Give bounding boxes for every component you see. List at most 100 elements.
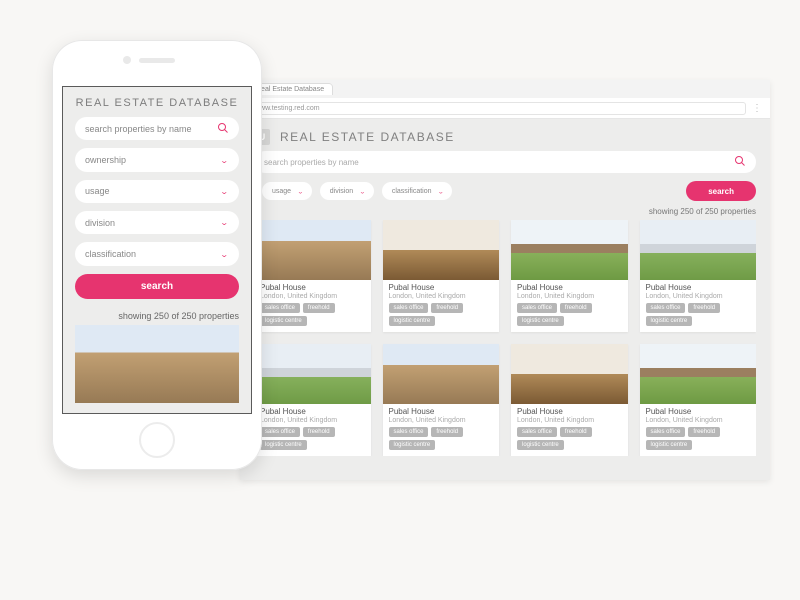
filter-division[interactable]: division ⌄ [320, 182, 374, 200]
property-image [254, 344, 371, 404]
search-input[interactable]: search properties by name [75, 117, 239, 140]
property-tags: sales office freehold logistic centre [389, 427, 494, 450]
property-tag: logistic centre [646, 440, 693, 450]
filter-ownership[interactable]: ownership ⌄ [75, 148, 239, 171]
filter-classification[interactable]: classification ⌄ [75, 242, 239, 265]
property-tags: sales office freehold logistic centre [389, 303, 494, 326]
filter-division[interactable]: division ⌄ [75, 211, 239, 234]
browser-menu-icon[interactable]: ⋮ [752, 103, 762, 114]
property-tag: sales office [517, 303, 557, 313]
property-title: Pubal House [260, 408, 365, 417]
property-title: Pubal House [389, 284, 494, 293]
property-title: Pubal House [389, 408, 494, 417]
property-card[interactable]: Pubal House London, United Kingdom sales… [640, 344, 757, 456]
property-card[interactable]: Pubal House London, United Kingdom sales… [511, 220, 628, 332]
filter-division-label: division [330, 188, 353, 195]
property-image [511, 220, 628, 280]
property-card[interactable]: Pubal House London, United Kingdom sales… [511, 344, 628, 456]
filter-usage-label: usage [272, 188, 291, 195]
page-title: REAL ESTATE DATABASE [75, 97, 239, 109]
filter-usage-label: usage [85, 186, 110, 196]
property-tag: sales office [646, 303, 686, 313]
property-location: London, United Kingdom [646, 293, 751, 300]
chevron-down-icon: ⌄ [220, 187, 229, 196]
property-tag: sales office [260, 303, 300, 313]
property-tag: logistic centre [389, 440, 436, 450]
property-tag: sales office [389, 427, 429, 437]
filter-division-label: division [85, 218, 115, 228]
chevron-down-icon: ⌄ [297, 188, 304, 194]
mobile-device-frame: REAL ESTATE DATABASE search properties b… [52, 40, 262, 470]
browser-toolbar: www.testing.red.com ⋮ [240, 98, 770, 118]
search-icon[interactable] [734, 155, 746, 169]
chevron-down-icon: ⌄ [220, 218, 229, 227]
filter-classification-label: classification [85, 249, 136, 259]
property-card[interactable]: Pubal House London, United Kingdom sales… [254, 344, 371, 456]
property-image [383, 344, 500, 404]
property-title: Pubal House [517, 408, 622, 417]
filter-usage[interactable]: usage ⌄ [75, 180, 239, 203]
property-card-body: Pubal House London, United Kingdom sales… [511, 280, 628, 332]
chevron-down-icon: ⌄ [438, 188, 445, 194]
property-tag: freehold [560, 427, 592, 437]
filter-usage[interactable]: usage ⌄ [262, 182, 312, 200]
property-tag: freehold [560, 303, 592, 313]
property-image [640, 220, 757, 280]
browser-chrome: Real Estate Database www.testing.red.com… [240, 80, 770, 119]
property-location: London, United Kingdom [517, 417, 622, 424]
property-image[interactable] [75, 325, 239, 403]
property-card[interactable]: Pubal House London, United Kingdom sales… [254, 220, 371, 332]
property-card-body: Pubal House London, United Kingdom sales… [383, 404, 500, 456]
property-location: London, United Kingdom [389, 417, 494, 424]
property-tags: sales office freehold logistic centre [260, 427, 365, 450]
property-tag: sales office [389, 303, 429, 313]
browser-tab-bar: Real Estate Database [240, 80, 770, 98]
property-image [511, 344, 628, 404]
desktop-app: U REAL ESTATE DATABASE search properties… [240, 119, 770, 480]
property-tag: logistic centre [517, 440, 564, 450]
property-tag: freehold [431, 303, 463, 313]
property-card-body: Pubal House London, United Kingdom sales… [383, 280, 500, 332]
property-tag: logistic centre [389, 316, 436, 326]
results-grid: Pubal House London, United Kingdom sales… [254, 220, 756, 456]
property-card[interactable]: Pubal House London, United Kingdom sales… [640, 220, 757, 332]
property-title: Pubal House [260, 284, 365, 293]
property-tag: freehold [431, 427, 463, 437]
search-input[interactable]: search properties by name [254, 151, 756, 173]
property-tag: sales office [260, 427, 300, 437]
property-tag: logistic centre [260, 316, 307, 326]
filter-classification-label: classification [392, 188, 432, 195]
property-card-body: Pubal House London, United Kingdom sales… [640, 404, 757, 456]
property-tags: sales office freehold logistic centre [517, 303, 622, 326]
filter-classification[interactable]: classification ⌄ [382, 182, 452, 200]
results-count: showing 250 of 250 properties [75, 311, 239, 321]
property-tags: sales office freehold logistic centre [260, 303, 365, 326]
mobile-app: REAL ESTATE DATABASE search properties b… [62, 86, 252, 414]
page-title: REAL ESTATE DATABASE [280, 130, 455, 144]
property-card-body: Pubal House London, United Kingdom sales… [254, 404, 371, 456]
property-tag: freehold [688, 303, 720, 313]
url-text: www.testing.red.com [255, 105, 320, 112]
search-placeholder: search properties by name [264, 158, 359, 167]
search-button[interactable]: search [686, 181, 756, 201]
property-tags: sales office freehold logistic centre [517, 427, 622, 450]
property-card[interactable]: Pubal House London, United Kingdom sales… [383, 344, 500, 456]
property-image [254, 220, 371, 280]
desktop-header: U REAL ESTATE DATABASE [254, 129, 756, 145]
filter-ownership-label: ownership [85, 155, 126, 165]
browser-url-bar[interactable]: www.testing.red.com [248, 102, 746, 115]
search-bar-row: search properties by name [254, 151, 756, 173]
property-image [383, 220, 500, 280]
property-card[interactable]: Pubal House London, United Kingdom sales… [383, 220, 500, 332]
property-card-body: Pubal House London, United Kingdom sales… [254, 280, 371, 332]
search-placeholder: search properties by name [85, 124, 192, 134]
results-count: showing 250 of 250 properties [254, 207, 756, 216]
search-icon[interactable] [217, 122, 229, 136]
property-title: Pubal House [646, 284, 751, 293]
property-location: London, United Kingdom [517, 293, 622, 300]
search-button[interactable]: search [75, 274, 239, 299]
property-tags: sales office freehold logistic centre [646, 427, 751, 450]
desktop-browser-window: Real Estate Database www.testing.red.com… [240, 80, 770, 480]
phone-camera-dot [123, 56, 131, 64]
property-tag: freehold [688, 427, 720, 437]
